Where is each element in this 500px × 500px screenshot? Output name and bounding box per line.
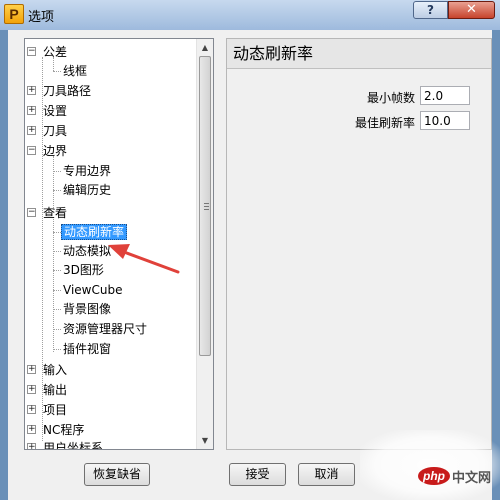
- tree-line: [53, 251, 61, 252]
- tree-item-label: ViewCube: [63, 283, 123, 297]
- tree-item-label: 设置: [43, 104, 68, 118]
- options-tree[interactable]: − 公差 线框 + 刀具路径 + 设置 + 刀具 − 边界 专用边界 编辑历史 …: [24, 38, 214, 450]
- expand-icon[interactable]: +: [27, 106, 36, 115]
- tree-item-wireframe[interactable]: 线框: [63, 62, 87, 80]
- tree-item-label: 刀具路径: [43, 84, 92, 98]
- app-icon: P: [4, 4, 24, 24]
- section-header: 动态刷新率: [227, 39, 491, 69]
- scroll-down-icon[interactable]: ▼: [197, 432, 213, 449]
- tree-item-boundary[interactable]: 边界: [43, 142, 67, 160]
- tree-line: [53, 349, 61, 350]
- tree-line: [53, 156, 54, 210]
- title-bar: P 选项 ? ✕: [0, 0, 500, 30]
- tree-item-label: 输出: [43, 383, 68, 397]
- tree-item-dynamic-refresh-rate[interactable]: 动态刷新率: [61, 223, 128, 241]
- tree-item-input[interactable]: 输入: [43, 361, 67, 379]
- tree-item-settings[interactable]: 设置: [43, 102, 67, 120]
- tree-item-explorer-size[interactable]: 资源管理器尺寸: [63, 320, 147, 338]
- tree-item-label: NC程序: [43, 423, 85, 437]
- collapse-icon[interactable]: −: [27, 146, 36, 155]
- tree-item-nc-program[interactable]: NC程序: [43, 421, 84, 439]
- collapse-icon[interactable]: −: [27, 208, 36, 217]
- tree-item-label: 插件视窗: [63, 342, 112, 356]
- tree-line: [53, 309, 61, 310]
- expand-icon[interactable]: +: [27, 86, 36, 95]
- help-button[interactable]: ?: [413, 1, 448, 19]
- tree-item-3d-graphics[interactable]: 3D图形: [63, 261, 104, 279]
- grip-line: [204, 206, 209, 207]
- tree-item-label: 动态模拟: [63, 244, 112, 258]
- tree-item-project[interactable]: 项目: [43, 401, 67, 419]
- collapse-icon[interactable]: −: [27, 47, 36, 56]
- tree-item-label: 公差: [43, 45, 68, 59]
- php-logo-icon: php: [418, 467, 450, 485]
- expand-icon[interactable]: +: [27, 365, 36, 374]
- tree-line: [53, 71, 61, 72]
- tree-item-edit-history[interactable]: 编辑历史: [63, 181, 111, 199]
- optimal-refresh-input[interactable]: [420, 111, 470, 130]
- settings-panel: 动态刷新率 最小帧数 最佳刷新率: [226, 38, 492, 450]
- cancel-button[interactable]: 取消: [298, 463, 355, 486]
- tree-item-view[interactable]: 查看: [43, 204, 67, 222]
- tree-item-label: 线框: [63, 64, 88, 78]
- grip-line: [204, 203, 209, 204]
- close-button[interactable]: ✕: [448, 1, 495, 19]
- tree-item-label: 输入: [43, 363, 68, 377]
- watermark: [360, 430, 500, 500]
- expand-icon[interactable]: +: [27, 425, 36, 434]
- min-frames-label: 最小帧数: [366, 91, 415, 105]
- tree-line: [53, 190, 61, 191]
- tree-scrollbar[interactable]: ▲ ▼: [196, 39, 213, 449]
- tree-line: [53, 290, 61, 291]
- tree-item-dynamic-simulation[interactable]: 动态模拟: [63, 242, 111, 260]
- tree-item-label: 资源管理器尺寸: [63, 322, 148, 336]
- watermark-text: 中文网: [452, 471, 492, 486]
- tree-item-label: 动态刷新率: [61, 224, 128, 240]
- tree-item-background-image[interactable]: 背景图像: [63, 300, 111, 318]
- expand-icon[interactable]: +: [27, 443, 36, 449]
- tree-item-label: 用户坐标系: [43, 441, 104, 450]
- expand-icon[interactable]: +: [27, 405, 36, 414]
- tree-item-label: 背景图像: [63, 302, 112, 316]
- tree-item-label: 查看: [43, 206, 68, 220]
- expand-icon[interactable]: +: [27, 385, 36, 394]
- window-title: 选项: [28, 10, 55, 25]
- tree-item-tool[interactable]: 刀具: [43, 122, 67, 140]
- accept-button[interactable]: 接受: [229, 463, 286, 486]
- restore-defaults-button[interactable]: 恢复缺省: [84, 463, 150, 486]
- grip-line: [204, 209, 209, 210]
- tree-item-dedicated-boundary[interactable]: 专用边界: [63, 162, 111, 180]
- tree-line: [53, 217, 54, 352]
- tree-item-output[interactable]: 输出: [43, 381, 67, 399]
- tree-item-label: 项目: [43, 403, 68, 417]
- tree-item-label: 3D图形: [63, 263, 104, 277]
- tree-line: [53, 270, 61, 271]
- tree-item-viewcube[interactable]: ViewCube: [63, 281, 122, 299]
- tree-item-toolpath[interactable]: 刀具路径: [43, 82, 91, 100]
- optimal-refresh-label: 最佳刷新率: [354, 116, 415, 130]
- tree-line: [53, 329, 61, 330]
- scroll-up-icon[interactable]: ▲: [197, 39, 213, 56]
- tree-item-label: 刀具: [43, 124, 68, 138]
- tree-line: [53, 232, 61, 233]
- tree-item-label: 编辑历史: [63, 183, 112, 197]
- expand-icon[interactable]: +: [27, 126, 36, 135]
- min-frames-input[interactable]: [420, 86, 470, 105]
- tree-item-user-coordinate-system[interactable]: 用户坐标系: [43, 439, 104, 450]
- tree-item-plugin-window[interactable]: 插件视窗: [63, 340, 111, 358]
- tree-item-tolerance[interactable]: 公差: [43, 43, 67, 61]
- scroll-thumb[interactable]: [199, 56, 211, 356]
- tree-line: [53, 171, 61, 172]
- tree-item-label: 专用边界: [63, 164, 112, 178]
- tree-item-label: 边界: [43, 144, 68, 158]
